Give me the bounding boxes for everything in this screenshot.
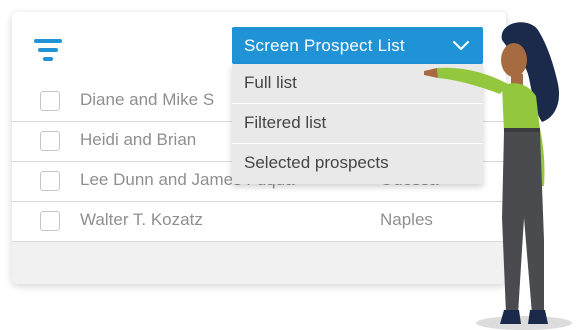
prospect-name: Walter T. Kozatz [80,210,203,229]
left-shoe [500,310,521,324]
floor-shadow [476,316,572,330]
pointing-arm [437,67,508,94]
menu-item-label: Full list [244,73,297,92]
row-checkbox[interactable] [40,171,60,191]
row-checkbox[interactable] [40,91,60,111]
menu-item-label: Filtered list [244,113,327,132]
row-checkbox[interactable] [40,131,60,151]
pointing-hand [424,68,438,78]
face [501,43,527,77]
presenter-illustration [424,22,572,330]
pants [502,132,544,314]
prospect-name: Diane and Mike S [80,90,215,109]
row-checkbox[interactable] [40,211,60,231]
prospect-name: Heidi and Brian [80,130,197,149]
filter-icon[interactable] [32,38,66,62]
right-shoe [528,310,548,324]
menu-item-label: Selected prospects [244,153,389,172]
dropdown-label: Screen Prospect List [244,36,405,55]
